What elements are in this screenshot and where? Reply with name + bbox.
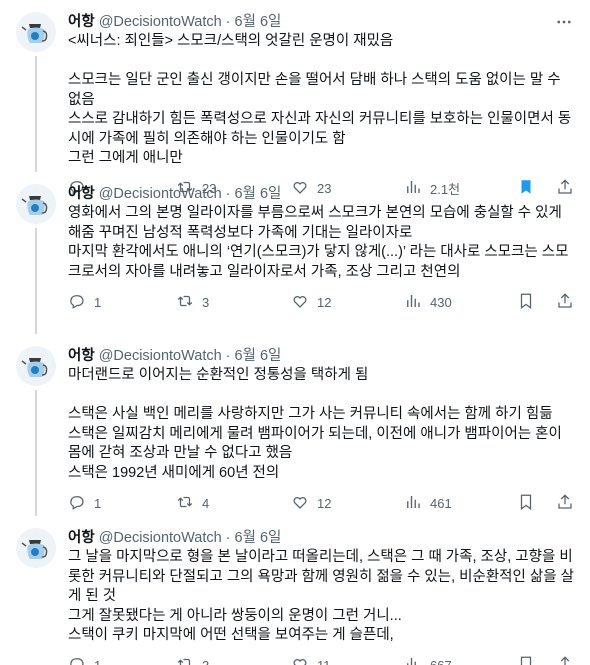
bookmark-button[interactable] [517, 655, 543, 665]
like-count: 12 [317, 495, 332, 511]
tweet-header: 어항 @DecisiontoWatch · 6월 6일 [68, 346, 574, 366]
reply-icon [68, 292, 86, 313]
share-icon [556, 292, 574, 313]
author-handle[interactable]: @DecisiontoWatch [99, 184, 222, 204]
like-button[interactable]: 11 [291, 655, 404, 665]
bookmark-icon [517, 493, 535, 514]
retweet-button[interactable]: 4 [176, 493, 291, 514]
share-icon [556, 493, 574, 514]
share-button[interactable] [556, 493, 574, 514]
tweet[interactable]: 어항 @DecisiontoWatch · 6월 6일 그 날을 마지막으로 형… [0, 516, 590, 665]
reply-button[interactable]: 1 [68, 655, 176, 665]
retweet-icon [176, 493, 194, 514]
bookmark-icon [517, 655, 535, 665]
views-icon [404, 655, 422, 665]
separator: · [225, 14, 231, 30]
views-icon [404, 493, 422, 514]
retweet-icon [176, 292, 194, 313]
avatar-column [16, 12, 56, 172]
heart-icon [291, 493, 309, 514]
avatar[interactable] [16, 12, 56, 52]
thread-line [35, 56, 37, 172]
reply-count: 1 [94, 658, 101, 665]
avatar[interactable] [16, 184, 56, 224]
tweet-text: <씨너스: 죄인들> 스모크/스택의 엇갈린 운명이 재밌음 스모크는 일단 군… [68, 33, 572, 166]
heart-icon [291, 292, 309, 313]
tweet-header: 어항 @DecisiontoWatch · 6월 6일 [68, 528, 574, 548]
author-name[interactable]: 어항 [68, 184, 95, 204]
share-icon [556, 655, 574, 665]
avatar[interactable] [16, 346, 56, 386]
bookmark-button[interactable] [517, 493, 543, 514]
author-handle[interactable]: @DecisiontoWatch [99, 12, 222, 32]
author-handle[interactable]: @DecisiontoWatch [99, 528, 222, 548]
tweet-date[interactable]: 6월 6일 [235, 346, 282, 366]
views-icon [404, 292, 422, 313]
coffee-pot-icon [16, 528, 56, 568]
share-button[interactable] [556, 655, 574, 665]
reply-icon [68, 493, 86, 514]
avatar-column [16, 184, 56, 334]
retweet-count: 3 [202, 294, 210, 310]
tweet-date[interactable]: 6월 6일 [235, 184, 282, 204]
coffee-pot-icon [16, 12, 56, 52]
reply-button[interactable]: 1 [68, 292, 176, 313]
retweet-count: 3 [202, 658, 209, 665]
views-count: 461 [430, 495, 452, 511]
tweet-actions: 1 4 12 461 [68, 487, 574, 519]
tweet-actions: 1 3 12 430 [68, 286, 574, 318]
tweet-text: 마더랜드로 이어지는 순환적인 정통성을 택하게 됨 스택은 사실 백인 메리를… [68, 367, 562, 481]
views-button[interactable]: 461 [404, 493, 517, 514]
author-name[interactable]: 어항 [68, 528, 95, 548]
avatar-column [16, 528, 56, 665]
separator: · [225, 530, 231, 546]
more-icon[interactable] [554, 12, 574, 32]
tweet[interactable]: 어항 @DecisiontoWatch · 6월 6일 영화에서 그의 본명 일… [0, 172, 590, 334]
bookmark-button[interactable] [517, 292, 543, 313]
thread-line [35, 228, 37, 334]
like-count: 11 [317, 658, 331, 665]
avatar-column [16, 346, 56, 516]
views-count: 430 [430, 294, 452, 310]
share-button[interactable] [556, 292, 574, 313]
tweet-actions: 1 3 11 667 [68, 650, 574, 665]
reply-count: 1 [94, 495, 102, 511]
bookmark-icon [517, 292, 535, 313]
author-handle[interactable]: @DecisiontoWatch [99, 346, 222, 366]
thread-line [35, 390, 37, 516]
tweet-date[interactable]: 6월 6일 [235, 12, 282, 32]
avatar[interactable] [16, 528, 56, 568]
retweet-icon [176, 655, 194, 665]
like-count: 12 [317, 294, 332, 310]
heart-icon [291, 655, 309, 665]
tweet-header: 어항 @DecisiontoWatch · 6월 6일 [68, 12, 574, 32]
separator: · [225, 348, 231, 364]
retweet-button[interactable]: 3 [176, 292, 291, 313]
retweet-button[interactable]: 3 [176, 655, 291, 665]
like-button[interactable]: 12 [291, 493, 404, 514]
retweet-count: 4 [202, 495, 210, 511]
reply-count: 1 [94, 294, 102, 310]
separator: · [225, 186, 231, 202]
like-button[interactable]: 12 [291, 292, 404, 313]
author-name[interactable]: 어항 [68, 346, 95, 366]
tweet[interactable]: 어항 @DecisiontoWatch · 6월 6일 마더랜드로 이어지는 순… [0, 334, 590, 516]
tweet[interactable]: 어항 @DecisiontoWatch · 6월 6일 <씨너스: 죄인들> 스… [0, 0, 590, 197]
tweet-date[interactable]: 6월 6일 [235, 528, 282, 548]
author-name[interactable]: 어항 [68, 12, 95, 32]
views-button[interactable]: 430 [404, 292, 517, 313]
tweet-header: 어항 @DecisiontoWatch · 6월 6일 [68, 184, 574, 204]
thread: 어항 @DecisiontoWatch · 6월 6일 <씨너스: 죄인들> 스… [0, 0, 590, 665]
coffee-pot-icon [16, 184, 56, 224]
reply-icon [68, 655, 86, 665]
views-button[interactable]: 667 [404, 655, 517, 665]
tweet-text: 그 날을 마지막으로 형을 본 날이라고 떠올리는데, 스택은 그 때 가족, … [68, 549, 574, 643]
tweet-text: 영화에서 그의 본명 일라이자를 부름으로써 스모크가 본연의 모습에 충실할 … [68, 205, 569, 280]
views-count: 667 [430, 658, 452, 665]
reply-button[interactable]: 1 [68, 493, 176, 514]
coffee-pot-icon [16, 346, 56, 386]
